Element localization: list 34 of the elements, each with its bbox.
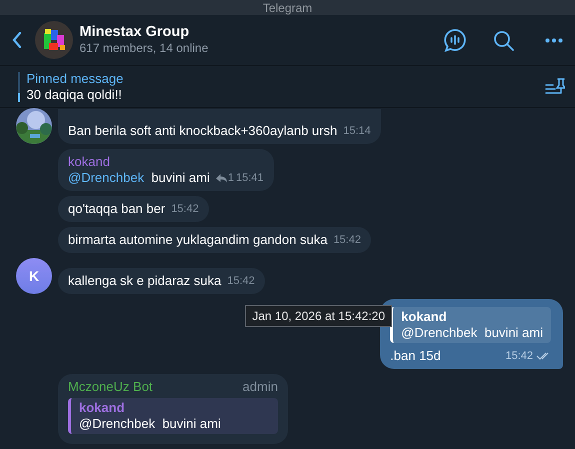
message-time: 15:42 — [333, 233, 361, 248]
sender-name: MczoneUz Bot — [68, 379, 153, 395]
message-text: birmarta automine yuklagandim gandon suka — [68, 232, 328, 248]
pinned-list-icon[interactable] — [545, 78, 565, 96]
back-icon[interactable] — [12, 32, 22, 48]
sender-name: kokand — [68, 154, 110, 170]
message-time: 15:41 — [236, 171, 264, 186]
message-time: 15:42 — [227, 274, 255, 289]
mention-link[interactable]: @Drenchbek — [68, 170, 144, 186]
quote-author: kokand — [401, 309, 448, 325]
message-time: 15:42 — [505, 349, 533, 364]
window-title: Telegram — [262, 1, 312, 15]
message-text: kallenga sk e pidaraz suka — [68, 273, 222, 289]
avatar: K — [16, 258, 52, 294]
message-time: 15:14 — [343, 124, 371, 139]
message-time: 15:42 — [171, 202, 199, 217]
quote-text: @Drenchbek buvini ami — [401, 325, 543, 341]
admin-label: admin — [242, 379, 278, 395]
quote-author: kokand — [79, 400, 126, 416]
quote-text: @Drenchbek buvini ami — [79, 416, 222, 432]
pinned-label: Pinned message — [26, 70, 124, 86]
pinned-text: 30 daqiqa qoldi!! — [26, 86, 123, 102]
message-text: qo'taqqa ban ber — [68, 201, 166, 217]
voice-chat-icon[interactable] — [443, 28, 467, 52]
more-icon[interactable] — [545, 38, 563, 42]
member-status: 617 members, 14 online — [80, 41, 210, 56]
message-text: Ban berila soft anti knockback+360aylanb ursh — [68, 123, 338, 139]
message-text: buvini ami — [151, 170, 210, 186]
reply-icon — [216, 174, 227, 182]
search-icon[interactable] — [493, 30, 514, 50]
timestamp-tooltip: Jan 10, 2026 at 15:42:20 — [245, 305, 392, 327]
reply-count: 1 — [228, 171, 234, 186]
group-name: Minestax Group — [80, 24, 190, 41]
message-text: .ban 15d — [390, 348, 441, 364]
